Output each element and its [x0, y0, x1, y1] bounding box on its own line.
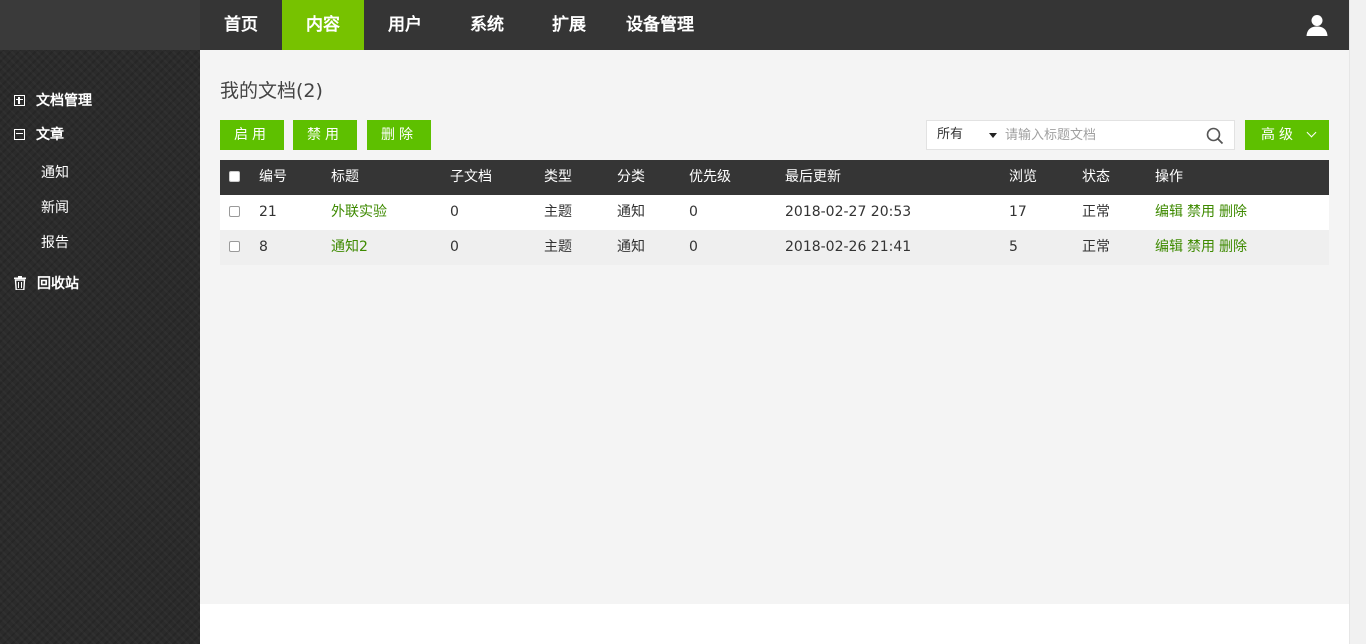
nav-users[interactable]: 用户 — [364, 0, 446, 50]
brand-area — [0, 0, 200, 50]
nav-home[interactable]: 首页 — [200, 0, 282, 50]
cell-category: 通知 — [617, 239, 645, 255]
cell-id: 21 — [259, 204, 277, 220]
header-updated: 最后更新 — [785, 169, 841, 185]
cell-status: 正常 — [1082, 239, 1110, 255]
cell-actions: 编辑 禁用 删除 — [1155, 195, 1247, 230]
collapse-minus-icon — [14, 128, 25, 140]
user-icon[interactable] — [1305, 13, 1329, 37]
sidebar-item-label: 文档管理 — [36, 93, 92, 109]
sidebar-item-label: 回收站 — [37, 276, 79, 292]
cell-views: 5 — [1009, 239, 1018, 255]
cell-category: 通知 — [617, 204, 645, 220]
advanced-label: 高级 — [1261, 127, 1297, 143]
search-input[interactable] — [1005, 122, 1195, 148]
disable-link[interactable]: 禁用 — [1187, 239, 1215, 255]
delete-button[interactable]: 删除 — [367, 120, 431, 150]
cell-priority: 0 — [689, 239, 698, 255]
cell-title-link[interactable]: 外联实验 — [331, 195, 387, 230]
header-id: 编号 — [259, 169, 287, 185]
advanced-button[interactable]: 高级 — [1245, 120, 1329, 150]
chevron-down-icon — [1306, 127, 1317, 138]
cell-type: 主题 — [544, 239, 572, 255]
cell-title-link[interactable]: 通知2 — [331, 230, 368, 265]
cell-type: 主题 — [544, 204, 572, 220]
table-row: 21 外联实验 0 主题 通知 0 2018-02-27 20:53 17 正常… — [220, 195, 1329, 230]
page-scrollbar[interactable] — [1349, 0, 1366, 644]
top-navbar: 首页 内容 用户 系统 扩展 设备管理 — [0, 0, 1349, 50]
delete-link[interactable]: 删除 — [1219, 204, 1247, 220]
table-header: 编号 标题 子文档 类型 分类 优先级 最后更新 浏览 状态 操作 — [220, 160, 1329, 195]
trash-icon — [14, 276, 26, 290]
row-checkbox[interactable] — [229, 206, 240, 217]
header-priority: 优先级 — [689, 169, 731, 185]
header-title: 标题 — [331, 169, 359, 185]
edit-link[interactable]: 编辑 — [1155, 204, 1183, 220]
row-checkbox[interactable] — [229, 241, 240, 252]
cell-status: 正常 — [1082, 204, 1110, 220]
sidebar-item-notice[interactable]: 通知 — [41, 162, 69, 182]
enable-button[interactable]: 启用 — [220, 120, 284, 150]
cell-views: 17 — [1009, 204, 1027, 220]
cell-children: 0 — [450, 239, 459, 255]
sidebar-item-report[interactable]: 报告 — [41, 232, 69, 252]
header-actions: 操作 — [1155, 169, 1183, 185]
cell-actions: 编辑 禁用 删除 — [1155, 230, 1247, 265]
nav-device-manage[interactable]: 设备管理 — [610, 0, 710, 50]
expand-plus-icon — [14, 94, 25, 106]
caret-down-icon[interactable] — [989, 133, 997, 138]
disable-link[interactable]: 禁用 — [1187, 204, 1215, 220]
cell-priority: 0 — [689, 204, 698, 220]
sidebar-item-recycle[interactable]: 回收站 — [14, 273, 79, 293]
delete-link[interactable]: 删除 — [1219, 239, 1247, 255]
sidebar: 文档管理 文章 通知 新闻 报告 回收站 — [0, 50, 200, 644]
nav-extensions[interactable]: 扩展 — [528, 0, 610, 50]
header-children: 子文档 — [450, 169, 492, 185]
edit-link[interactable]: 编辑 — [1155, 239, 1183, 255]
nav-content[interactable]: 内容 — [282, 0, 364, 50]
header-views: 浏览 — [1009, 169, 1037, 185]
search-icon[interactable] — [1206, 127, 1224, 145]
cell-children: 0 — [450, 204, 459, 220]
sidebar-item-label: 文章 — [36, 127, 64, 143]
sidebar-item-article[interactable]: 文章 — [14, 124, 64, 144]
nav-system[interactable]: 系统 — [446, 0, 528, 50]
select-all-checkbox[interactable] — [229, 171, 240, 182]
sidebar-item-doc-manage[interactable]: 文档管理 — [14, 90, 92, 110]
search-scope-select[interactable]: 所有 — [937, 121, 963, 149]
cell-id: 8 — [259, 239, 268, 255]
cell-updated: 2018-02-27 20:53 — [785, 204, 912, 220]
table-row: 8 通知2 0 主题 通知 0 2018-02-26 21:41 5 正常 编辑… — [220, 230, 1329, 265]
main-content: 我的文档(2) 启用 禁用 删除 所有 高级 编号 标题 子文档 类型 分类 优… — [200, 50, 1349, 604]
main-nav: 首页 内容 用户 系统 扩展 设备管理 — [200, 0, 710, 50]
header-status: 状态 — [1082, 169, 1110, 185]
page-title: 我的文档(2) — [220, 80, 323, 102]
header-type: 类型 — [544, 169, 572, 185]
documents-table: 编号 标题 子文档 类型 分类 优先级 最后更新 浏览 状态 操作 21 外联实… — [220, 160, 1329, 265]
disable-button[interactable]: 禁用 — [293, 120, 357, 150]
cell-updated: 2018-02-26 21:41 — [785, 239, 912, 255]
sidebar-item-news[interactable]: 新闻 — [41, 197, 69, 217]
search-box: 所有 — [926, 120, 1235, 150]
header-category: 分类 — [617, 169, 645, 185]
